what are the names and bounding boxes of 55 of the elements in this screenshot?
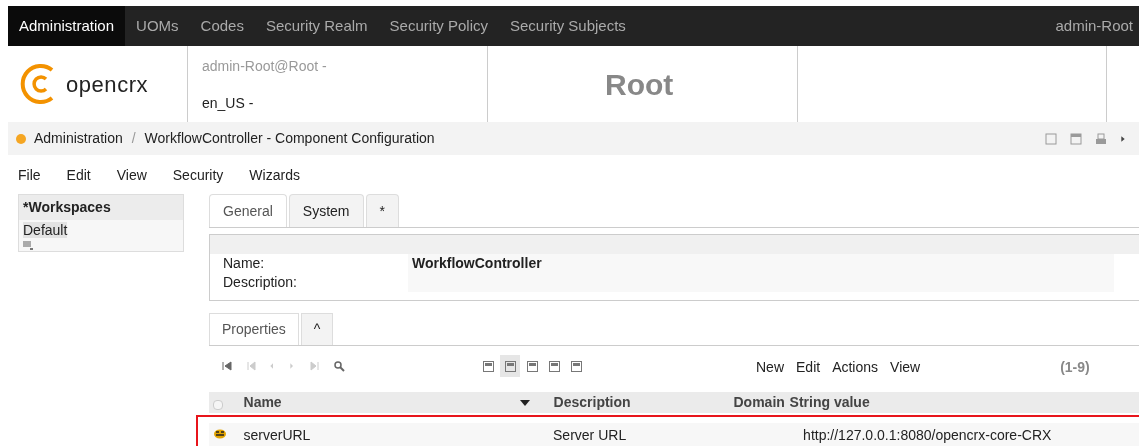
breadcrumb-separator: / — [131, 129, 136, 148]
table-cell: http://127.0.0.1:8080/opencrx-core-CRX — [803, 426, 1052, 443]
logo-text: opencrx — [66, 70, 149, 99]
field-label: Description: — [222, 273, 298, 292]
view-mode-icon — [548, 360, 560, 372]
action-link[interactable]: Edit — [796, 357, 821, 378]
tab[interactable]: ^ — [300, 313, 334, 345]
view-mode-icon — [570, 360, 582, 372]
view-mode-icon — [526, 360, 538, 372]
view-mode-icon — [482, 360, 494, 372]
menu-item[interactable]: File — [18, 165, 41, 186]
search-icon[interactable] — [333, 360, 345, 372]
first-page-icon[interactable] — [221, 360, 233, 372]
menu-item[interactable]: Wizards — [249, 165, 300, 186]
nav-tab[interactable]: UOMs — [125, 6, 190, 46]
sort-caret-icon[interactable] — [519, 399, 530, 406]
view-mode-icon — [504, 360, 516, 372]
workspace-item[interactable]: Default — [23, 222, 68, 238]
record-count: (1-9) — [1060, 358, 1090, 377]
action-link[interactable]: Actions — [832, 357, 879, 378]
tab[interactable]: System — [288, 194, 364, 227]
realm-title: Root — [605, 66, 674, 103]
menu-item[interactable]: Edit — [66, 165, 91, 186]
printer-icon[interactable] — [1095, 132, 1107, 145]
column-header[interactable]: Name — [243, 392, 282, 413]
breadcrumb-link[interactable]: Administration — [34, 128, 123, 149]
field-value: WorkflowController — [412, 255, 542, 271]
column-header[interactable]: String value — [789, 392, 870, 413]
menu-item[interactable]: Security — [172, 165, 224, 186]
view-mode-button[interactable] — [500, 355, 520, 377]
nav-tab[interactable]: Codes — [189, 6, 255, 46]
tab[interactable]: General — [209, 194, 287, 227]
action-link[interactable]: New — [756, 357, 784, 378]
menu-item[interactable]: View — [116, 165, 147, 186]
status-dot-icon — [16, 133, 26, 144]
nav-tab[interactable]: Administration — [8, 6, 126, 46]
table-row[interactable]: serverURL Server URL http://127.0.0.1:8080/opencrx-core-CRX — [196, 415, 1139, 446]
select-all-checkbox[interactable] — [213, 399, 223, 410]
tab[interactable]: * — [365, 194, 399, 227]
nav-tab[interactable]: Security Subjects — [499, 6, 637, 46]
user-menu[interactable]: admin-Root — [1055, 6, 1139, 46]
column-header[interactable]: Description — [553, 392, 631, 413]
nav-tab[interactable]: Security Policy — [378, 6, 499, 46]
locale-selector[interactable]: en_US - — [202, 93, 487, 114]
action-link[interactable]: View — [890, 357, 921, 378]
nav-tab[interactable]: Security Realm — [254, 6, 379, 46]
tab[interactable]: Properties — [209, 313, 299, 345]
window-icon[interactable] — [1070, 132, 1082, 145]
field-label: Name: — [222, 254, 266, 273]
breadcrumb-link[interactable]: WorkflowController - Component Configuration — [144, 128, 435, 149]
monitor-icon[interactable] — [23, 241, 33, 250]
panel-title: *Workspaces — [19, 195, 183, 220]
column-header[interactable]: Domain — [733, 392, 785, 413]
table-cell: serverURL — [243, 426, 311, 443]
table-cell: Server URL — [553, 426, 627, 443]
